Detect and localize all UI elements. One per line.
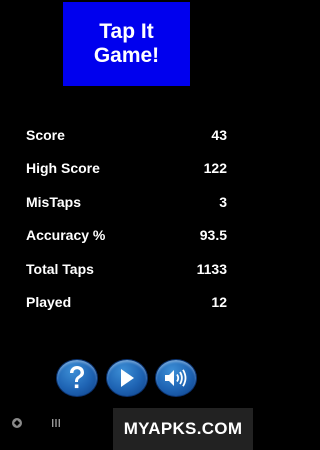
stat-label: Score	[26, 126, 65, 143]
stat-value: 43	[211, 126, 227, 143]
question-mark-icon	[70, 366, 84, 389]
stat-label: MisTaps	[26, 193, 81, 210]
stat-label: Accuracy %	[26, 227, 106, 244]
help-button[interactable]	[56, 359, 98, 397]
stat-label: Total Taps	[26, 260, 94, 277]
stat-row-accuracy: Accuracy % 93.5	[26, 219, 227, 253]
stat-value: 122	[203, 160, 227, 177]
play-button[interactable]	[105, 359, 148, 397]
stat-label: High Score	[26, 160, 100, 177]
stat-value: 12	[211, 294, 227, 311]
stat-row-played: Played 12	[26, 286, 227, 320]
system-nav-bar: MYAPKS.COM	[0, 408, 253, 450]
stat-value: 1133	[196, 260, 227, 277]
stat-value: 93.5	[199, 227, 227, 244]
stats-panel: Score 43 High Score 122 MisTaps 3 Accura…	[26, 118, 227, 319]
game-screen: Tap It Game! Score 43 High Score 122 Mis…	[0, 0, 253, 450]
stat-row-score: Score 43	[26, 118, 227, 152]
circle-logo-icon[interactable]	[11, 416, 23, 434]
stat-row-high-score: High Score 122	[26, 152, 227, 186]
speaker-icon	[165, 369, 187, 387]
title-banner: Tap It Game!	[63, 2, 190, 86]
watermark-text: MYAPKS.COM	[123, 419, 243, 438]
play-icon	[120, 369, 134, 387]
stat-row-total-taps: Total Taps 1133	[26, 252, 227, 286]
stat-value: 3	[219, 193, 227, 210]
stat-label: Played	[26, 294, 72, 311]
watermark: MYAPKS.COM	[113, 408, 253, 450]
game-title: Tap It Game!	[93, 20, 160, 67]
sound-button[interactable]	[155, 359, 197, 397]
recent-apps-icon[interactable]	[51, 416, 61, 434]
stat-row-mistaps: MisTaps 3	[26, 185, 227, 219]
action-buttons	[56, 359, 197, 397]
